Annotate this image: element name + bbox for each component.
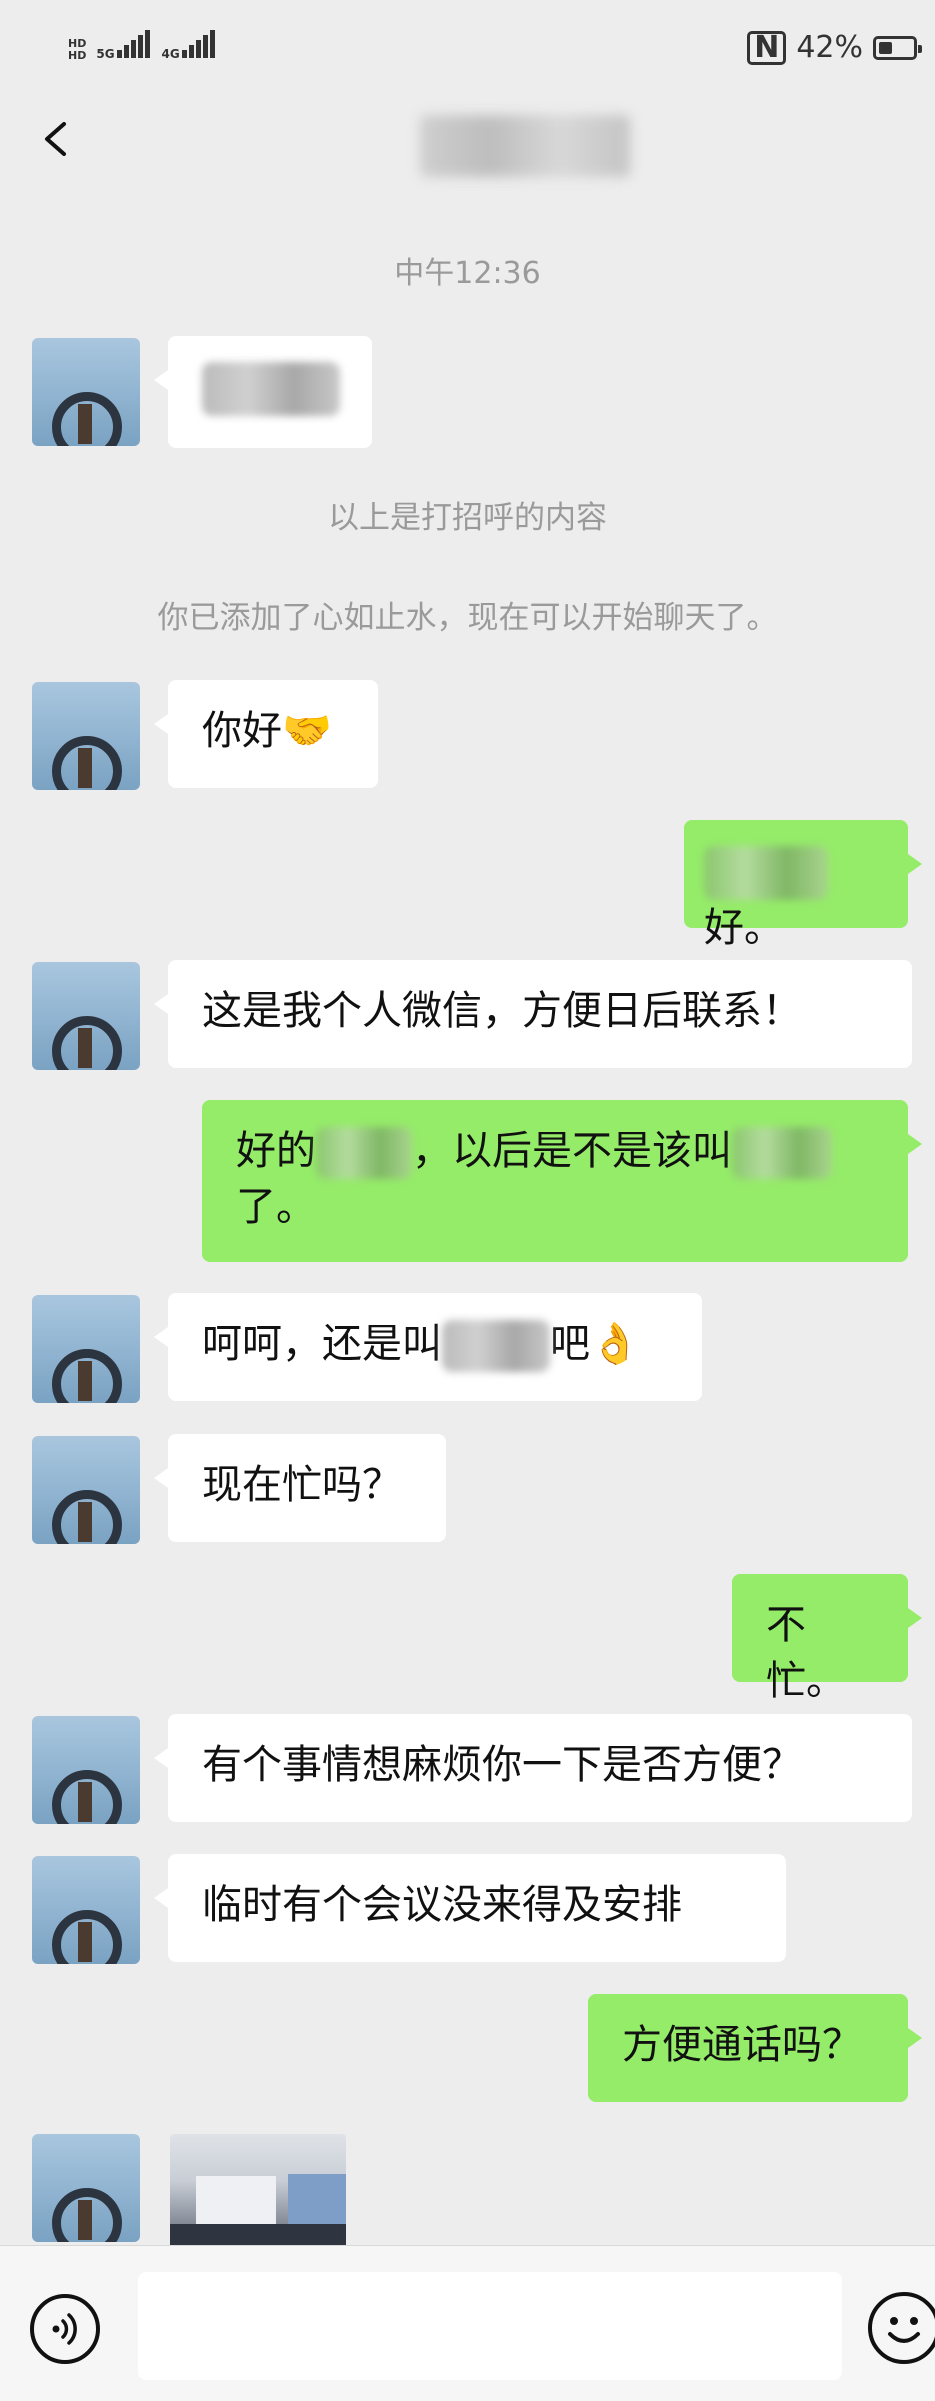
network-4g-label: 4G bbox=[161, 47, 180, 61]
message-input[interactable] bbox=[138, 2272, 842, 2380]
network-indicators: HD HD 5G 4G bbox=[68, 30, 217, 62]
message-text: ，以后是不是该叫 bbox=[412, 1128, 732, 1174]
message-text: 好的 bbox=[236, 1128, 316, 1174]
network-5g-label: 5G bbox=[96, 47, 115, 61]
message-text: 临时有个会议没来得及安排 bbox=[202, 1882, 682, 1928]
message-text: 不忙。 bbox=[766, 1602, 846, 1704]
greeting-bubble[interactable] bbox=[154, 336, 372, 448]
battery-icon bbox=[873, 35, 922, 60]
message-text: 你好 bbox=[202, 708, 282, 754]
handshake-icon: 🤝 bbox=[282, 708, 332, 754]
emoji-icon[interactable] bbox=[868, 2292, 935, 2364]
avatar[interactable] bbox=[32, 1856, 140, 1964]
avatar[interactable] bbox=[32, 1295, 140, 1403]
contact-name-redacted bbox=[420, 115, 630, 177]
image-message-thumbnail[interactable] bbox=[170, 2134, 346, 2250]
message-text: 了。 bbox=[236, 1184, 316, 1230]
message-text: 吧 bbox=[550, 1321, 590, 1367]
redacted-text bbox=[202, 362, 340, 416]
timestamp: 中午12:36 bbox=[394, 256, 541, 291]
redacted-text bbox=[704, 846, 828, 900]
ok-hand-icon: 👌 bbox=[590, 1321, 640, 1367]
greeting-note: 以上是打招呼的内容 bbox=[328, 500, 607, 536]
avatar[interactable] bbox=[32, 2134, 140, 2242]
message-text: 呵呵，还是叫 bbox=[202, 1321, 442, 1367]
message-bubble[interactable]: 呵呵，还是叫 吧👌 bbox=[154, 1293, 702, 1401]
message-text: 方便通话吗？ bbox=[622, 2022, 862, 2068]
message-bubble[interactable]: 现在忙吗？ bbox=[154, 1434, 446, 1542]
message-bubble[interactable]: 这是我个人微信，方便日后联系！ bbox=[154, 960, 912, 1068]
message-bubble[interactable]: 临时有个会议没来得及安排 bbox=[154, 1854, 786, 1962]
voice-icon[interactable] bbox=[30, 2294, 100, 2364]
battery-fill bbox=[879, 41, 892, 54]
avatar[interactable] bbox=[32, 338, 140, 446]
status-bar: HD HD 5G 4G N 42% bbox=[0, 0, 935, 100]
avatar[interactable] bbox=[32, 962, 140, 1070]
message-bubble[interactable]: 方便通话吗？ bbox=[588, 1994, 922, 2102]
chevron-left-icon[interactable] bbox=[38, 122, 72, 156]
message-text: 好。 bbox=[704, 905, 784, 951]
hd-tag: HD bbox=[68, 49, 87, 62]
message-text: 有个事情想麻烦你一下是否方便？ bbox=[202, 1742, 802, 1788]
message-text: 现在忙吗？ bbox=[202, 1462, 402, 1508]
redacted-text bbox=[732, 1127, 832, 1179]
signal-bars-icon bbox=[116, 30, 152, 62]
avatar[interactable] bbox=[32, 1436, 140, 1544]
message-bubble[interactable]: 好。 bbox=[684, 820, 922, 951]
message-text: 这是我个人微信，方便日后联系！ bbox=[202, 988, 802, 1034]
avatar[interactable] bbox=[32, 682, 140, 790]
battery-percent: 42% bbox=[796, 30, 863, 65]
message-bubble[interactable]: 你好🤝 bbox=[154, 680, 378, 788]
nfc-icon: N bbox=[747, 30, 787, 65]
avatar[interactable] bbox=[32, 1716, 140, 1824]
message-bubble[interactable]: 不忙。 bbox=[732, 1574, 922, 1704]
redacted-text bbox=[316, 1127, 412, 1179]
message-bubble[interactable]: 好的 ，以后是不是该叫 了。 bbox=[202, 1100, 922, 1262]
added-note: 你已添加了心如止水，现在可以开始聊天了。 bbox=[157, 600, 778, 636]
status-right: N 42% bbox=[747, 30, 922, 65]
redacted-text bbox=[442, 1320, 550, 1372]
message-bubble[interactable]: 有个事情想麻烦你一下是否方便？ bbox=[154, 1714, 912, 1822]
signal-bars-icon bbox=[181, 30, 217, 62]
